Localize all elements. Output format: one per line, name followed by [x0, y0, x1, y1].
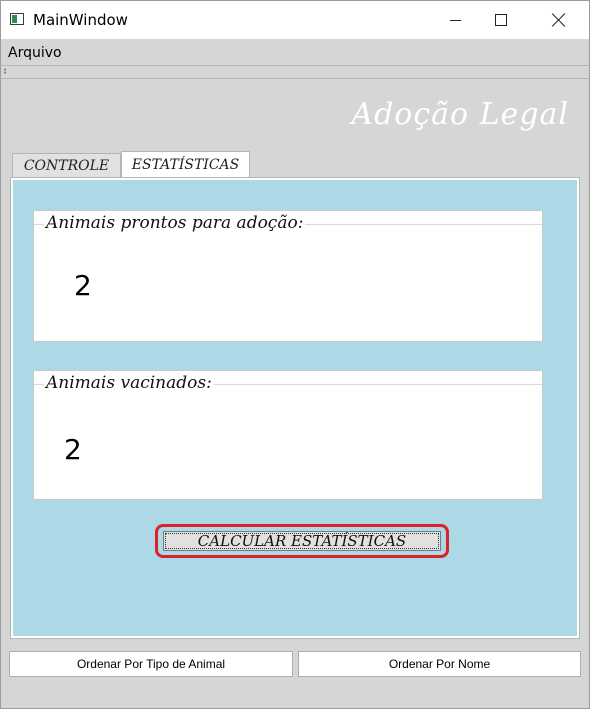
close-icon: [552, 13, 566, 27]
calculate-button-highlight: CALCULAR ESTATÍSTICAS: [155, 524, 449, 558]
tab-panel-estatisticas: Animais prontos para adoção: 2 Animais v…: [10, 177, 580, 639]
ready-for-adoption-value: 2: [74, 269, 92, 302]
ready-for-adoption-label: Animais prontos para adoção:: [44, 213, 306, 233]
main-window: MainWindow Arquivo Adoção Legal CONTROLE…: [0, 0, 590, 709]
minimize-icon: [449, 19, 461, 21]
brand-title: Adoção Legal: [351, 97, 569, 132]
calculate-statistics-button[interactable]: CALCULAR ESTATÍSTICAS: [163, 531, 441, 551]
menu-bar: Arquivo: [1, 39, 589, 65]
app-window-icon: [10, 13, 24, 25]
maximize-icon: [495, 14, 507, 26]
window-title: MainWindow: [33, 11, 128, 29]
vaccinated-value: 2: [64, 433, 82, 466]
tab-estatisticas[interactable]: ESTATÍSTICAS: [121, 151, 250, 177]
toolbar-strip: [1, 65, 589, 79]
maximize-button[interactable]: [478, 1, 524, 39]
title-bar[interactable]: MainWindow: [1, 1, 589, 39]
ready-for-adoption-group: Animais prontos para adoção: 2: [33, 210, 543, 342]
vaccinated-label: Animais vacinados:: [44, 373, 214, 393]
tab-controle[interactable]: CONTROLE: [12, 153, 121, 177]
minimize-button[interactable]: [432, 1, 478, 39]
toolbar-grip-icon[interactable]: [4, 68, 6, 74]
close-button[interactable]: [536, 1, 582, 39]
sort-by-type-button[interactable]: Ordenar Por Tipo de Animal: [9, 651, 293, 677]
menu-arquivo[interactable]: Arquivo: [8, 45, 62, 61]
sort-by-name-button[interactable]: Ordenar Por Nome: [298, 651, 581, 677]
statistics-panel: Animais prontos para adoção: 2 Animais v…: [13, 180, 577, 636]
vaccinated-group: Animais vacinados: 2: [33, 370, 543, 500]
